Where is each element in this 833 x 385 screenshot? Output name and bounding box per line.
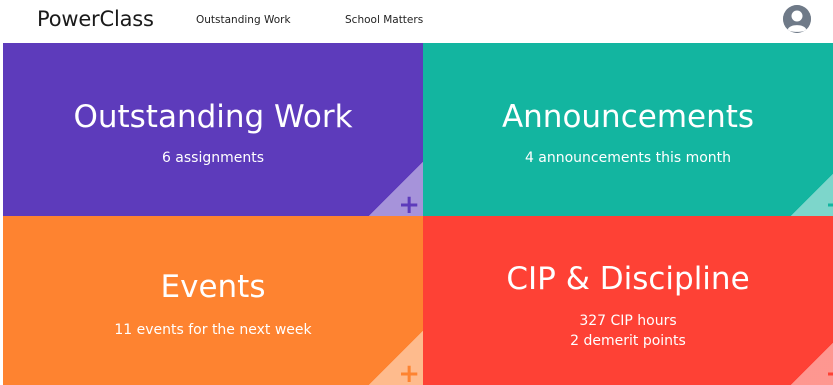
user-avatar-icon[interactable]	[783, 5, 811, 33]
tile-cip-discipline[interactable]: CIP & Discipline 327 CIP hours 2 demerit…	[423, 216, 833, 385]
tile-title: Announcements	[501, 99, 755, 135]
add-corner-button[interactable]: +	[791, 331, 833, 385]
tile-subtitle: 4 announcements this month	[524, 150, 732, 166]
top-navigation-bar: PowerClass Outstanding Work School Matte…	[0, 0, 833, 43]
tile-title: Outstanding Work	[73, 99, 353, 135]
add-corner-button[interactable]: +	[369, 162, 423, 216]
tile-announcements[interactable]: Announcements 4 announcements this month…	[423, 43, 833, 216]
plus-icon: +	[825, 361, 833, 385]
add-corner-button[interactable]: +	[791, 162, 833, 216]
user-silhouette-icon	[783, 5, 811, 33]
plus-icon: +	[398, 190, 420, 216]
nav-link-school-matters[interactable]: School Matters	[345, 14, 423, 26]
tile-title: CIP & Discipline	[506, 261, 750, 297]
tile-title: Events	[160, 269, 266, 305]
tile-events[interactable]: Events 11 events for the next week +	[3, 216, 423, 385]
tile-subtitle: 11 events for the next week	[114, 322, 312, 338]
tile-subtitle: 6 assignments	[161, 150, 265, 166]
tile-subtitle-cip-hours: 327 CIP hours	[579, 313, 677, 329]
brand-logo-text[interactable]: PowerClass	[37, 7, 154, 31]
tile-subtitle-demerit-points: 2 demerit points	[570, 333, 686, 349]
plus-icon: +	[825, 192, 833, 216]
add-corner-button[interactable]: +	[369, 331, 423, 385]
tile-outstanding-work[interactable]: Outstanding Work 6 assignments +	[3, 43, 423, 216]
nav-link-outstanding-work[interactable]: Outstanding Work	[196, 14, 291, 26]
plus-icon: +	[398, 359, 420, 385]
